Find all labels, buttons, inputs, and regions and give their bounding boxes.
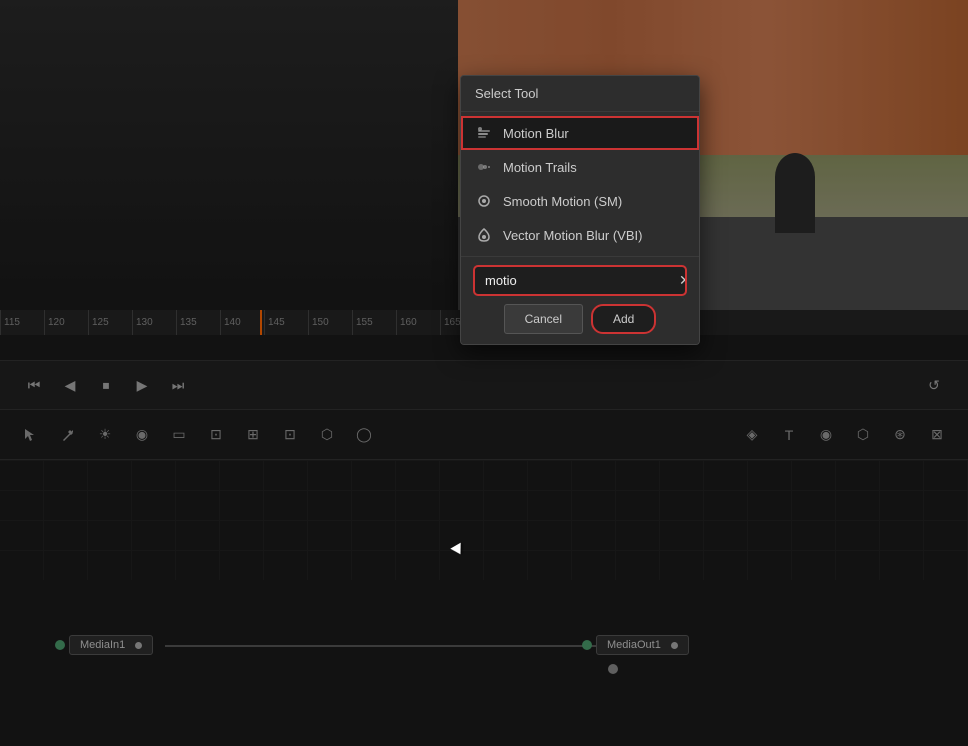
cursor-arrow-icon bbox=[450, 543, 465, 558]
cursor-indicator bbox=[452, 545, 464, 557]
tool-item-smooth-motion[interactable]: Smooth Motion (SM) bbox=[461, 184, 699, 218]
search-input-wrapper: ✕ bbox=[475, 267, 685, 294]
motion-blur-icon bbox=[475, 124, 493, 142]
vector-motion-blur-label: Vector Motion Blur (VBI) bbox=[503, 228, 642, 243]
tool-item-vector-motion-blur[interactable]: Vector Motion Blur (VBI) bbox=[461, 218, 699, 252]
cancel-button[interactable]: Cancel bbox=[504, 304, 583, 334]
search-clear-button[interactable]: ✕ bbox=[671, 272, 685, 289]
smooth-motion-label: Smooth Motion (SM) bbox=[503, 194, 622, 209]
dialog-buttons: Cancel Add bbox=[475, 304, 685, 334]
add-button[interactable]: Add bbox=[591, 304, 656, 334]
select-tool-dialog: Select Tool Motion Blur Moti bbox=[460, 75, 700, 345]
motion-trails-label: Motion Trails bbox=[503, 160, 577, 175]
motion-trails-icon bbox=[475, 158, 493, 176]
tool-item-motion-trails[interactable]: Motion Trails bbox=[461, 150, 699, 184]
dialog-title: Select Tool bbox=[461, 76, 699, 112]
vector-motion-blur-icon bbox=[475, 226, 493, 244]
tool-list: Motion Blur Motion Trails Smooth Motion … bbox=[461, 112, 699, 256]
tool-item-motion-blur[interactable]: Motion Blur bbox=[461, 116, 699, 150]
search-input[interactable] bbox=[475, 267, 671, 294]
smooth-motion-icon bbox=[475, 192, 493, 210]
dialog-search-area: ✕ Cancel Add bbox=[461, 256, 699, 344]
motion-blur-label: Motion Blur bbox=[503, 126, 569, 141]
